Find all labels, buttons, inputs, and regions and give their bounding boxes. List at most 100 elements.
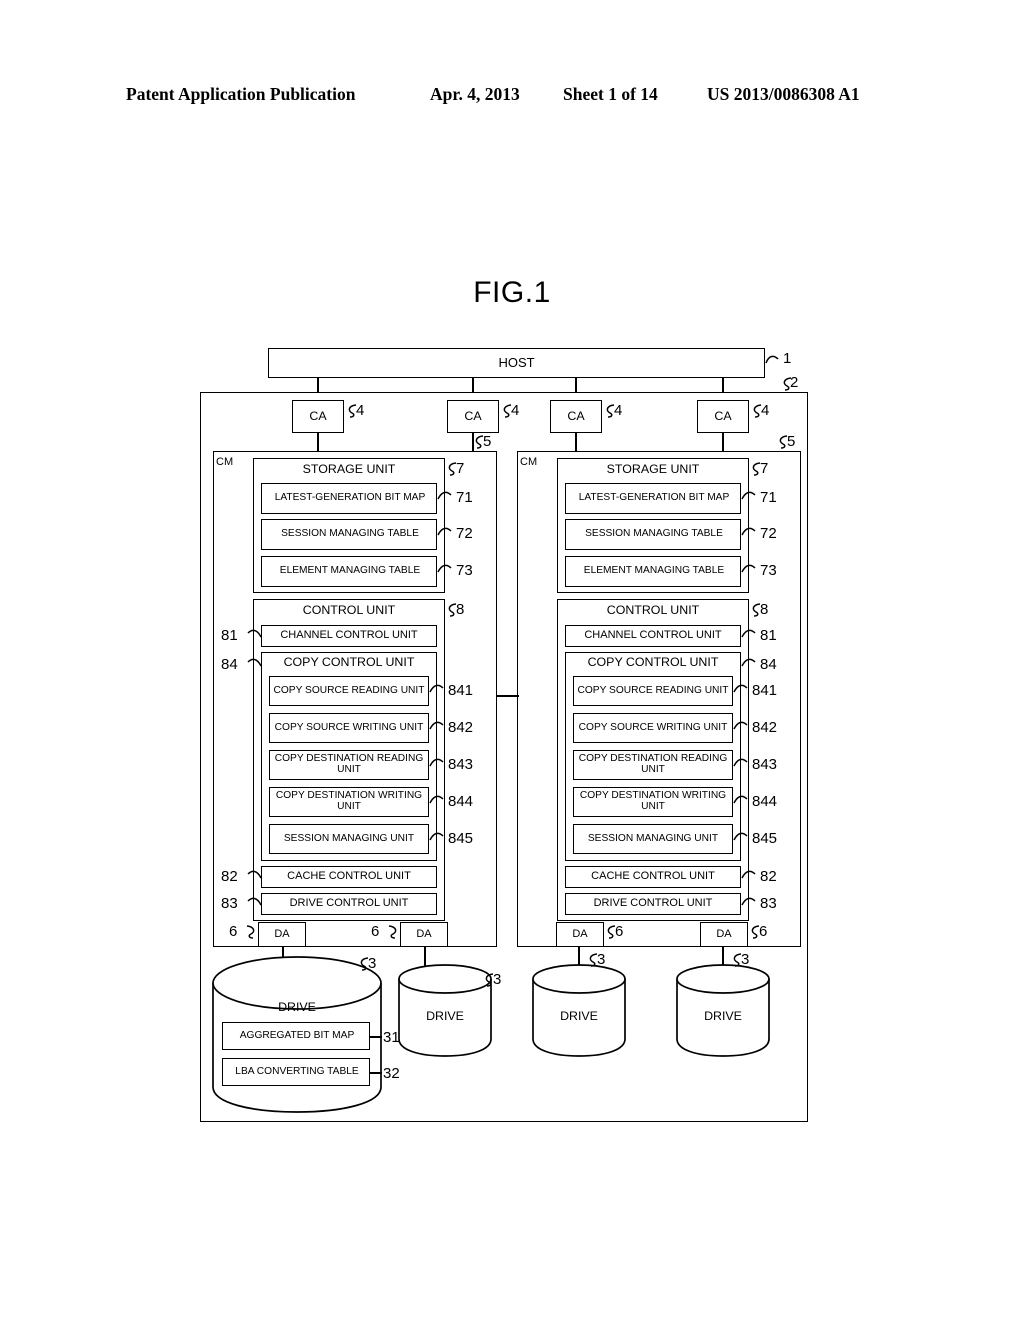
ref-leader-844-right (733, 794, 754, 806)
channel-control-unit-right: CHANNEL CONTROL UNIT (565, 625, 741, 647)
ref-numeral-841-right: 841 (752, 682, 778, 699)
ca-cm-link-4 (722, 433, 724, 451)
device-adapter-left-1: DA (258, 922, 306, 947)
channel-control-unit-label: CHANNEL CONTROL UNIT (280, 629, 418, 642)
cache-control-unit-label: CACHE CONTROL UNIT (287, 870, 411, 883)
ref-leader-843-right (733, 757, 754, 769)
ref-leader-81-left (242, 628, 262, 640)
copy-source-writing-unit-left: COPY SOURCE WRITING UNIT (269, 713, 429, 743)
ref-numeral-843-left: 843 (448, 756, 474, 773)
publication-title: Patent Application Publication (126, 84, 356, 104)
copy-source-reading-unit-left: COPY SOURCE READING UNIT (269, 676, 429, 706)
latest-generation-bit-map-right: LATEST-GENERATION BIT MAP (565, 483, 741, 514)
ref-numeral-843-right: 843 (752, 756, 778, 773)
ref-numeral-72-left: 72 (456, 525, 473, 542)
ref-numeral-system: 2 (790, 374, 799, 391)
cm-label-left: CM (216, 456, 234, 469)
device-adapter-label: DA (572, 927, 588, 940)
aggregated-bit-map: AGGREGATED BIT MAP (222, 1022, 370, 1050)
cm-interconnect-link (497, 695, 519, 697)
ref-leader-71-right (741, 490, 762, 502)
ref-numeral-71-left: 71 (456, 489, 473, 506)
ref-numeral-cm-right: 5 (787, 433, 796, 450)
ref-numeral-845-left: 845 (448, 830, 474, 847)
ref-numeral-82-right: 82 (760, 868, 777, 885)
ref-numeral-cm-left: 5 (483, 433, 492, 450)
ref-leader-845-right (733, 831, 754, 843)
control-unit-label-right: CONTROL UNIT (606, 603, 700, 618)
ref-numeral-ca-1: 4 (356, 402, 365, 419)
device-adapter-right-2: DA (700, 922, 748, 947)
ref-leader-843-left (429, 757, 450, 769)
copy-control-unit-label-left: COPY CONTROL UNIT (283, 655, 415, 670)
element-managing-table-left: ELEMENT MANAGING TABLE (261, 556, 437, 587)
drive-control-unit-right: DRIVE CONTROL UNIT (565, 893, 741, 915)
storage-unit-label-left: STORAGE UNIT (302, 462, 396, 477)
ref-numeral-844-left: 844 (448, 793, 474, 810)
ref-numeral-ca-2: 4 (511, 402, 520, 419)
ref-numeral-ca-3: 4 (614, 402, 623, 419)
ref-leader-da-left-2 (385, 924, 399, 940)
channel-adapter-label: CA (714, 408, 732, 423)
ref-numeral-32: 32 (383, 1065, 400, 1082)
ref-leader-844-left (429, 794, 450, 806)
ref-numeral-84-right: 84 (760, 656, 777, 673)
copy-source-reading-unit-label: COPY SOURCE READING UNIT (577, 684, 729, 696)
ref-numeral-drive-2: 3 (493, 971, 502, 988)
sheet-number: Sheet 1 of 14 (563, 84, 658, 104)
ref-numeral-842-right: 842 (752, 719, 778, 736)
ref-leader-31 (370, 1036, 382, 1038)
device-adapter-label: DA (274, 927, 290, 940)
ref-numeral-842-left: 842 (448, 719, 474, 736)
session-managing-table-right: SESSION MANAGING TABLE (565, 519, 741, 550)
ref-leader-73-left (437, 563, 458, 575)
copy-destination-writing-unit-label: COPY DESTINATION WRITING UNIT (579, 790, 727, 812)
ref-numeral-su-right: 7 (760, 460, 769, 477)
ref-numeral-83-right: 83 (760, 895, 777, 912)
cm-label-right: CM (520, 456, 538, 469)
copy-destination-reading-unit-right: COPY DESTINATION READING UNIT (573, 750, 733, 780)
ref-numeral-drive-3: 3 (597, 951, 606, 968)
cache-control-unit-right: CACHE CONTROL UNIT (565, 866, 741, 888)
ref-leader-842-left (429, 720, 450, 732)
channel-control-unit-label: CHANNEL CONTROL UNIT (584, 629, 722, 642)
ref-numeral-82-left: 82 (221, 868, 238, 885)
ref-numeral-81-left: 81 (221, 627, 238, 644)
lba-converting-table-label: LBA CONVERTING TABLE (235, 1065, 359, 1077)
channel-adapter-3: CA (550, 400, 602, 433)
element-managing-table-right: ELEMENT MANAGING TABLE (565, 556, 741, 587)
ref-leader-da-left-1 (243, 924, 257, 940)
drive-control-unit-label: DRIVE CONTROL UNIT (289, 897, 409, 910)
ref-numeral-81-right: 81 (760, 627, 777, 644)
drive-3-label: DRIVE (560, 1009, 598, 1024)
session-managing-table-left: SESSION MANAGING TABLE (261, 519, 437, 550)
storage-unit-label-right: STORAGE UNIT (606, 462, 700, 477)
ref-numeral-drive-4: 3 (741, 951, 750, 968)
session-managing-unit-left: SESSION MANAGING UNIT (269, 824, 429, 854)
ca-cm-link-1 (317, 433, 319, 451)
ref-numeral-da-right-1: 6 (615, 923, 624, 940)
ref-numeral-73-left: 73 (456, 562, 473, 579)
ref-numeral-83-left: 83 (221, 895, 238, 912)
ref-numeral-845-right: 845 (752, 830, 778, 847)
channel-adapter-label: CA (309, 408, 327, 423)
figure-title: FIG.1 (473, 276, 551, 309)
ref-leader-82-left (242, 869, 262, 881)
ref-leader-32 (370, 1072, 382, 1074)
ref-numeral-844-right: 844 (752, 793, 778, 810)
session-managing-unit-label: SESSION MANAGING UNIT (587, 832, 719, 844)
host-box: HOST (268, 348, 765, 378)
element-managing-table-label: ELEMENT MANAGING TABLE (583, 565, 725, 577)
copy-destination-writing-unit-right: COPY DESTINATION WRITING UNIT (573, 787, 733, 817)
ref-numeral-da-left-1: 6 (229, 923, 238, 940)
ref-leader-72-left (437, 526, 458, 538)
ref-numeral-72-right: 72 (760, 525, 777, 542)
device-adapter-left-2: DA (400, 922, 448, 947)
ref-numeral-71-right: 71 (760, 489, 777, 506)
ref-leader-845-left (429, 831, 450, 843)
channel-adapter-2: CA (447, 400, 499, 433)
ref-leader-84-left (242, 657, 262, 669)
ref-numeral-cu-left: 8 (456, 601, 465, 618)
host-label: HOST (498, 355, 535, 371)
ref-numeral-host: 1 (783, 350, 792, 367)
